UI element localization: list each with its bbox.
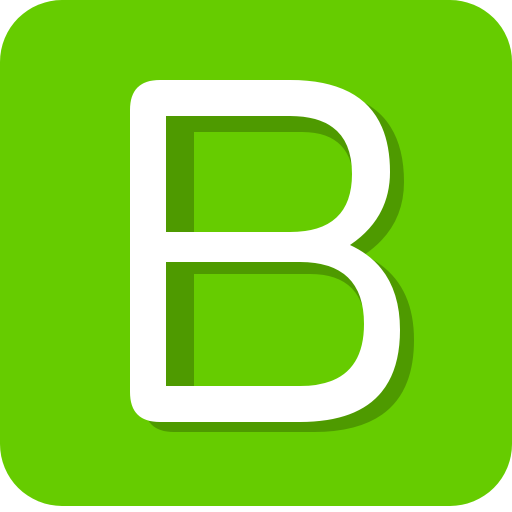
app-icon[interactable]: B xyxy=(0,0,512,512)
letter-b-counter-bottom xyxy=(176,262,180,380)
letter-b-icon: B xyxy=(0,0,512,506)
letter-b-counter-top xyxy=(176,116,180,228)
